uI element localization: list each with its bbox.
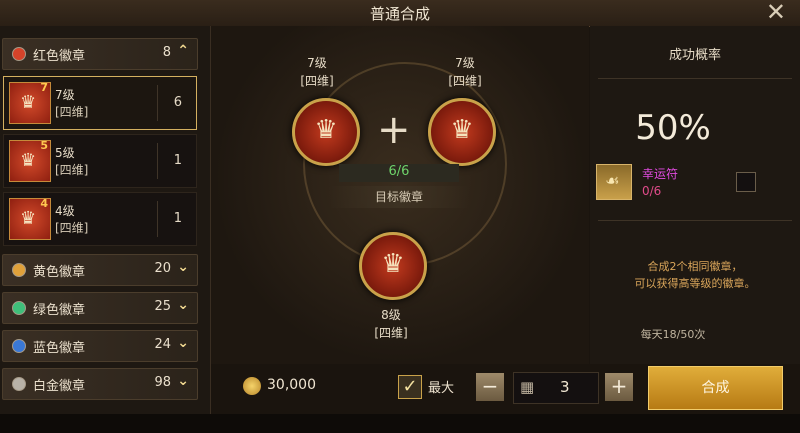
synthesize-button[interactable]: 合成	[648, 366, 783, 410]
plus-icon: +	[377, 107, 411, 153]
input1-level: 7级	[307, 56, 327, 70]
input2-level: 7级	[455, 56, 475, 70]
badge-level: 7级	[55, 88, 75, 102]
max-checkbox[interactable]: ✓	[398, 375, 422, 399]
target-badge-label: 目标徽章	[329, 186, 469, 208]
badge-item-5[interactable]: 5 ♛ 5级 [四维] 1	[3, 134, 197, 188]
yellow-dot-icon	[12, 263, 26, 277]
badge-item-7[interactable]: 7 ♛ 7级 [四维] 6	[3, 76, 197, 130]
max-label: 最大	[428, 381, 455, 396]
badge-icon: 7 ♛	[9, 81, 51, 124]
action-bar: 30,000 ✓ 最大 − ▦ 3 + 合成	[211, 364, 800, 414]
badge-emblem-icon: ♛	[314, 115, 338, 145]
synthesis-area: 7级 [四维] ♛ + 7级 [四维] ♛ 6/6 目标徽章 ♛ 8级 [四维]	[211, 26, 589, 364]
badge-emblem-icon: ♛	[450, 115, 474, 145]
badge-type: [四维]	[55, 163, 89, 177]
progress-text: 6/6	[339, 164, 459, 182]
badge-type: [四维]	[55, 221, 89, 235]
category-red[interactable]: 红色徽章 8 ⌃	[2, 38, 198, 70]
chevron-down-icon: ⌄	[177, 297, 189, 313]
success-rate-header: 成功概率	[668, 48, 721, 63]
title-bar: 普通合成 ✕	[0, 0, 800, 27]
input1-type: [四维]	[300, 74, 334, 88]
category-label: 黄色徽章	[33, 265, 86, 280]
quantity-field[interactable]: ▦ 3	[513, 372, 599, 404]
result-level: 8级	[381, 308, 401, 322]
lucky-charm-name: 幸运符	[642, 167, 679, 181]
success-panel: 成功概率 50% ☙ 幸运符 0/6 合成2个相同徽章， 可以获得高等级的徽章。…	[590, 26, 800, 364]
badge-count: 1	[173, 211, 182, 226]
result-badge[interactable]: ♛	[359, 232, 427, 300]
bottom-strip	[0, 414, 800, 433]
badge-count: 1	[173, 153, 182, 168]
gold-amount: 30,000	[267, 377, 316, 393]
badge-icon: 5 ♛	[9, 139, 51, 182]
input2-type: [四维]	[448, 74, 482, 88]
badge-type: [四维]	[55, 105, 89, 119]
badge-emblem-icon: ♛	[381, 249, 405, 279]
green-dot-icon	[12, 301, 26, 315]
category-label: 蓝色徽章	[33, 341, 86, 356]
plus-button[interactable]: +	[605, 373, 633, 401]
platinum-dot-icon	[12, 377, 26, 391]
category-green[interactable]: 绿色徽章 25 ⌄	[2, 292, 198, 324]
lucky-charm-icon[interactable]: ☙	[596, 164, 632, 200]
daily-limit: 每天18/50次	[640, 328, 706, 341]
badge-level: 4级	[55, 204, 75, 218]
chevron-up-icon: ⌃	[177, 43, 189, 59]
chevron-down-icon: ⌄	[177, 373, 189, 389]
chevron-down-icon: ⌄	[177, 259, 189, 275]
category-yellow[interactable]: 黄色徽章 20 ⌄	[2, 254, 198, 286]
calculator-icon: ▦	[520, 378, 535, 396]
category-label: 绿色徽章	[33, 303, 86, 318]
description-line2: 可以获得高等级的徽章。	[634, 277, 756, 290]
result-type: [四维]	[374, 326, 408, 340]
category-count: 20	[154, 261, 171, 276]
input-badge-1[interactable]: ♛	[292, 98, 360, 166]
badge-item-4[interactable]: 4 ♛ 4级 [四维] 1	[3, 192, 197, 246]
category-count: 24	[154, 337, 171, 352]
red-dot-icon	[12, 47, 26, 61]
window-title: 普通合成	[369, 5, 430, 23]
category-label: 白金徽章	[33, 379, 86, 394]
minus-button[interactable]: −	[476, 373, 504, 401]
badge-count: 6	[173, 95, 182, 110]
lucky-charm-count: 0/6	[642, 184, 662, 198]
category-platinum[interactable]: 白金徽章 98 ⌄	[2, 368, 198, 400]
input-badge-2[interactable]: ♛	[428, 98, 496, 166]
lucky-charm-checkbox[interactable]	[736, 172, 756, 192]
blue-dot-icon	[12, 339, 26, 353]
category-blue[interactable]: 蓝色徽章 24 ⌄	[2, 330, 198, 362]
badge-level: 5级	[55, 146, 75, 160]
category-label: 红色徽章	[33, 49, 86, 64]
category-count: 8	[162, 45, 171, 60]
badge-icon: 4 ♛	[9, 197, 51, 240]
quantity-value: 3	[560, 378, 570, 396]
description-line1: 合成2个相同徽章，	[647, 260, 743, 273]
close-icon[interactable]: ✕	[766, 0, 786, 24]
chevron-down-icon: ⌄	[177, 335, 189, 351]
category-count: 25	[154, 299, 171, 314]
badge-category-list: 红色徽章 8 ⌃ 7 ♛ 7级 [四维] 6 5 ♛ 5级 [四维] 1 4 ♛ 4级…	[0, 26, 211, 433]
gold-coin-icon	[243, 377, 261, 395]
success-rate-value: 50%	[635, 108, 711, 148]
category-count: 98	[154, 375, 171, 390]
